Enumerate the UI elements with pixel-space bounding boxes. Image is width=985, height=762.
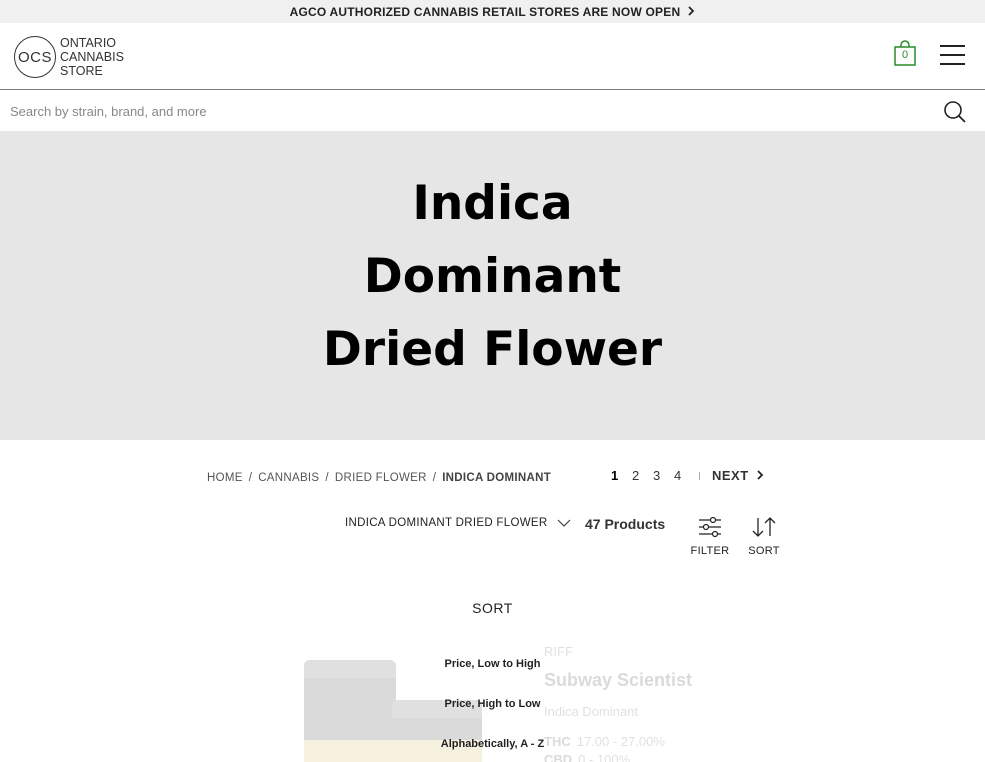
- breadcrumb-cannabis[interactable]: CANNABIS: [258, 472, 319, 484]
- sort-option-label[interactable]: Alphabetically, A - Z: [441, 738, 545, 750]
- logo-mark: OCS: [14, 36, 56, 78]
- search-input[interactable]: [0, 91, 930, 131]
- search-bar: [0, 91, 985, 131]
- breadcrumb-separator: /: [325, 472, 329, 484]
- hamburger-menu-icon: [940, 45, 965, 47]
- sort-option-price-low-high[interactable]: Price, Low to High: [0, 658, 985, 670]
- cbd-label: CBD: [544, 752, 573, 762]
- breadcrumb-home[interactable]: HOME: [207, 472, 243, 484]
- search-icon: [944, 101, 966, 123]
- sort-arrows-icon: [752, 517, 776, 537]
- cart-button[interactable]: 0: [894, 40, 916, 66]
- pagination: 1 2 3 4 NEXT: [611, 468, 764, 483]
- page-link-2[interactable]: 2: [632, 468, 653, 483]
- filter-button[interactable]: FILTER: [690, 516, 730, 557]
- chevron-down-icon: [558, 519, 571, 527]
- category-hero: Indica Dominant Dried Flower: [0, 131, 985, 440]
- logo-line-1: ONTARIO: [60, 36, 117, 50]
- page-title-line-2: Dominant: [363, 249, 622, 304]
- breadcrumb-current: INDICA DOMINANT: [442, 472, 552, 484]
- breadcrumb-separator: /: [432, 472, 437, 484]
- hamburger-menu-line: [940, 54, 965, 56]
- page-link-4[interactable]: 4: [674, 468, 695, 483]
- page-title-line-1: Indica: [412, 176, 573, 231]
- product-name[interactable]: Subway Scientist: [544, 670, 692, 691]
- sort-option-price-high-low[interactable]: Price, High to Low: [0, 698, 985, 710]
- sort-button[interactable]: SORT: [744, 516, 784, 557]
- cart-count: 0: [901, 49, 909, 61]
- category-dropdown-value: INDICA DOMINANT DRIED FLOWER: [345, 517, 548, 529]
- breadcrumb: HOME / CANNABIS / DRIED FLOWER / INDICA …: [207, 472, 551, 484]
- sort-option-label[interactable]: Price, High to Low: [445, 698, 541, 710]
- page-link-3[interactable]: 3: [653, 468, 674, 483]
- chevron-right-icon: [688, 5, 695, 19]
- sort-option-label[interactable]: Price, Low to High: [445, 658, 541, 670]
- announcement-bar[interactable]: AGCO AUTHORIZED CANNABIS RETAIL STORES A…: [0, 0, 985, 23]
- pagination-divider: [699, 471, 700, 480]
- logo-line-3: STORE: [60, 64, 103, 78]
- page-title-line-3: Dried Flower: [322, 322, 663, 377]
- announcement-text[interactable]: AGCO AUTHORIZED CANNABIS RETAIL STORES A…: [290, 5, 681, 19]
- site-header: OCS ONTARIO CANNABIS STORE 0: [0, 23, 985, 90]
- page-link-1[interactable]: 1: [611, 468, 632, 483]
- next-page-label: NEXT: [712, 468, 749, 483]
- sort-option-alpha-a-z[interactable]: Alphabetically, A - Z: [0, 738, 985, 750]
- sort-panel-title: SORT: [472, 600, 513, 616]
- cbd-value: 0 - 100%: [578, 752, 631, 762]
- category-dropdown[interactable]: INDICA DOMINANT DRIED FLOWER: [345, 517, 571, 529]
- product-count: 47 Products: [585, 516, 666, 532]
- product-cbd: CBD 0 - 100%: [544, 752, 630, 762]
- chevron-right-icon: [757, 468, 764, 483]
- page-title: Indica Dominant Dried Flower: [0, 167, 985, 386]
- hamburger-menu-line: [940, 63, 965, 65]
- menu-button[interactable]: [940, 44, 965, 65]
- next-page-button[interactable]: NEXT: [712, 468, 764, 483]
- breadcrumb-dried-flower[interactable]: DRIED FLOWER: [335, 472, 427, 484]
- product-brand: RIFF: [544, 644, 573, 659]
- filter-sliders-icon: [699, 516, 721, 538]
- breadcrumb-separator: /: [248, 472, 253, 484]
- sort-label: SORT: [748, 545, 780, 557]
- search-button[interactable]: [943, 100, 967, 124]
- logo-line-2: CANNABIS: [60, 50, 124, 64]
- ocs-logo[interactable]: OCS ONTARIO CANNABIS STORE: [14, 36, 124, 78]
- filter-label: FILTER: [690, 545, 730, 557]
- logo-wordmark: ONTARIO CANNABIS STORE: [60, 36, 124, 78]
